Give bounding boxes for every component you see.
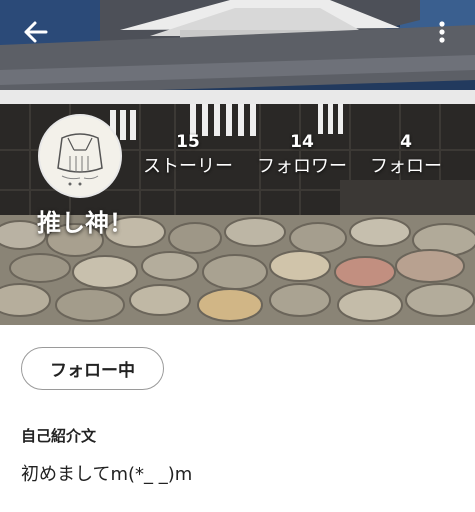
stories-label: ストーリー <box>143 156 233 177</box>
followers-count: 14 <box>290 132 314 152</box>
username: 推し神！ <box>37 209 133 237</box>
stat-stories[interactable]: 15 ストーリー <box>138 132 238 180</box>
avatar-image <box>40 116 120 196</box>
bio-text: 初めましてm(*_ _)m <box>21 464 193 485</box>
avatar[interactable] <box>38 114 122 198</box>
following-toggle-button[interactable]: フォロー中 <box>21 347 164 390</box>
stories-count: 15 <box>176 132 200 152</box>
profile-header: 15 ストーリー 14 フォロワー 4 フォロー 推し神！ <box>0 0 475 325</box>
arrow-left-icon <box>24 21 48 43</box>
stat-followers[interactable]: 14 フォロワー <box>252 132 352 180</box>
following-label: フォロー <box>370 156 442 177</box>
more-vertical-icon <box>439 21 445 43</box>
following-count: 4 <box>400 132 412 152</box>
more-options-button[interactable] <box>430 14 454 50</box>
followers-label: フォロワー <box>257 156 347 177</box>
back-button[interactable] <box>18 14 54 50</box>
stat-following[interactable]: 4 フォロー <box>358 132 454 180</box>
bio-heading: 自己紹介文 <box>21 427 97 445</box>
